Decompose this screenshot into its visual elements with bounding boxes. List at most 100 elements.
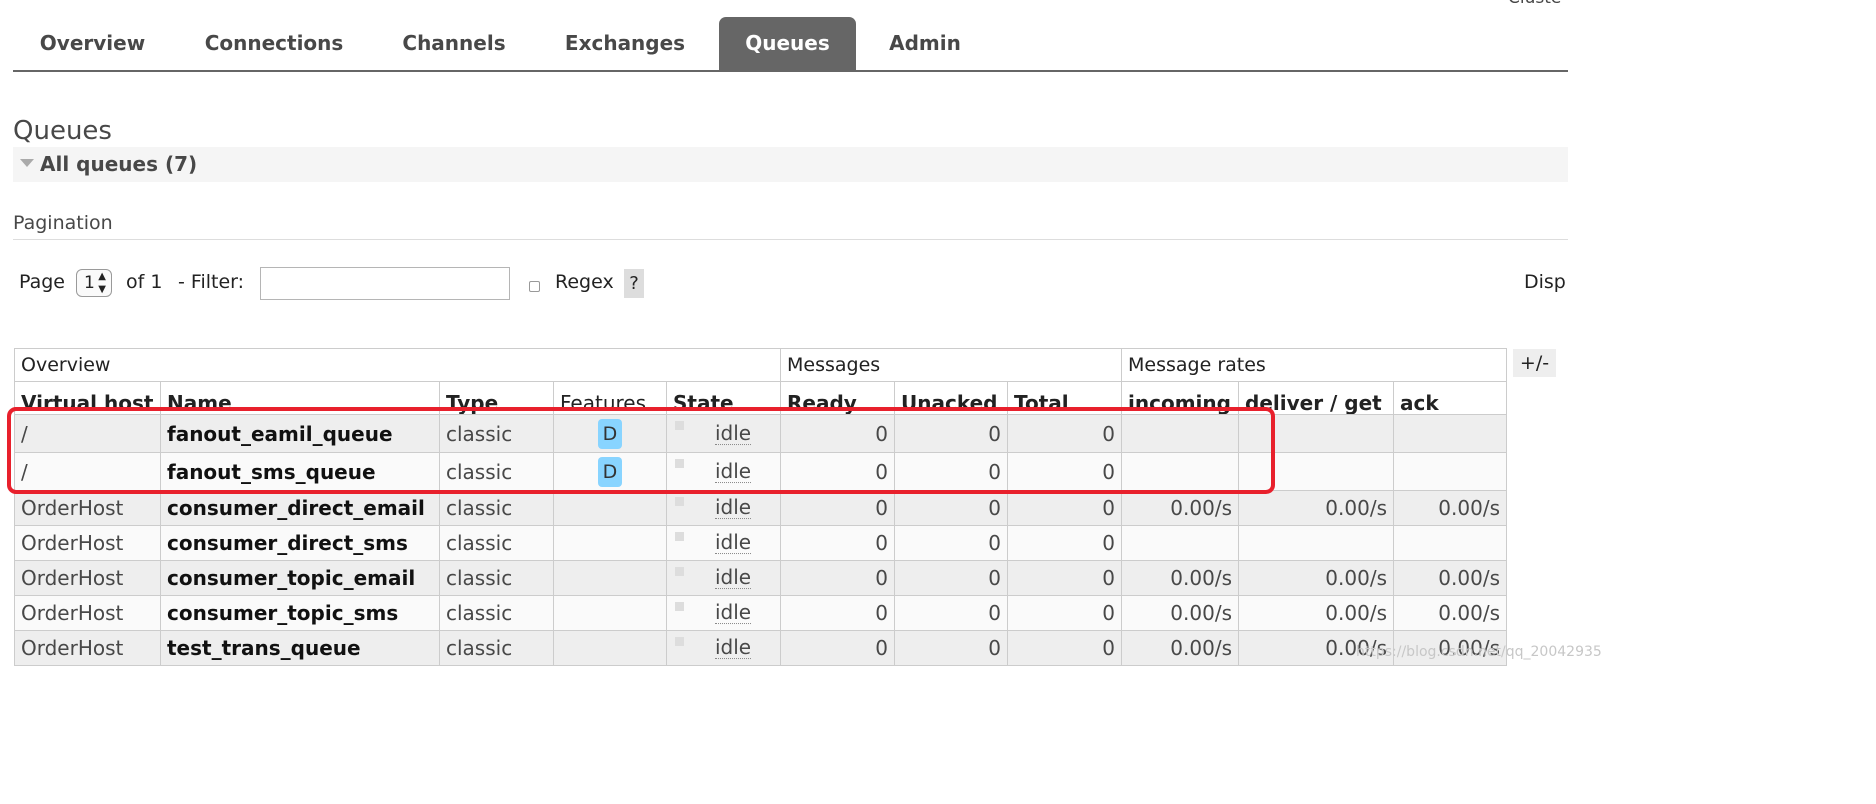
cell-ack: 0.00/s — [1393, 595, 1507, 631]
cell-unacked: 0 — [894, 452, 1008, 491]
cluster-label: Cluste — [1508, 0, 1561, 8]
tab-admin[interactable]: Admin — [870, 17, 980, 71]
cell-features — [553, 560, 667, 596]
page-select-value: 1 — [84, 273, 95, 293]
regex-label: Regex — [555, 271, 614, 293]
col-header-virtual-host[interactable]: Virtual host — [14, 381, 161, 415]
cell-incoming: 0.00/s — [1121, 560, 1239, 596]
cell-ack — [1393, 414, 1507, 453]
cell-state: idle — [666, 452, 781, 491]
queue-name-link[interactable]: fanout_eamil_queue — [160, 414, 440, 453]
state-label: idle — [715, 495, 752, 520]
tab-channels[interactable]: Channels — [383, 17, 525, 71]
cell-total: 0 — [1007, 595, 1122, 631]
cell-incoming: 0.00/s — [1121, 595, 1239, 631]
cell-deliver: 0.00/s — [1238, 595, 1394, 631]
cell-vhost: / — [14, 452, 161, 491]
cell-unacked: 0 — [894, 525, 1008, 561]
cell-unacked: 0 — [894, 595, 1008, 631]
cell-ready: 0 — [780, 595, 895, 631]
column-options-button[interactable]: +/- — [1513, 349, 1556, 377]
regex-help-button[interactable]: ? — [624, 269, 644, 298]
cell-unacked: 0 — [894, 490, 1008, 526]
cell-features — [553, 630, 667, 666]
group-header-overview: Overview — [14, 348, 781, 382]
cell-deliver: 0.00/s — [1238, 560, 1394, 596]
cell-state: idle — [666, 525, 781, 561]
table-row: / fanout_eamil_queue classic Didle 0 0 0 — [14, 414, 1507, 453]
cell-ready: 0 — [780, 525, 895, 561]
cell-ready: 0 — [780, 630, 895, 666]
col-header-ready[interactable]: Ready — [780, 381, 895, 415]
cell-vhost: OrderHost — [14, 595, 161, 631]
state-indicator-icon — [675, 602, 684, 611]
cell-total: 0 — [1007, 452, 1122, 491]
cell-features — [553, 490, 667, 526]
section-bar — [13, 147, 1568, 182]
table-row: OrderHost consumer_topic_email classic idle… — [14, 560, 1507, 596]
cell-total: 0 — [1007, 560, 1122, 596]
state-indicator-icon — [675, 637, 684, 646]
all-queues-toggle[interactable]: All queues (7) — [40, 152, 197, 176]
state-label: idle — [715, 420, 752, 445]
group-header-messages: Messages — [780, 348, 1122, 382]
table-row: OrderHost consumer_direct_email classic idl… — [14, 490, 1507, 526]
table-row: OrderHost consumer_topic_sms classic idle 0 0… — [14, 595, 1507, 631]
state-indicator-icon — [675, 421, 684, 430]
cell-type: classic — [439, 595, 554, 631]
tab-overview[interactable]: Overview — [20, 17, 165, 71]
cell-features — [553, 595, 667, 631]
queue-name-link[interactable]: test_trans_queue — [160, 630, 440, 666]
display-label: Disp — [1524, 271, 1566, 293]
pagination-divider — [13, 239, 1568, 240]
cell-vhost: OrderHost — [14, 490, 161, 526]
cell-ready: 0 — [780, 490, 895, 526]
cell-deliver — [1238, 525, 1394, 561]
col-header-deliver-get[interactable]: deliver / get — [1238, 381, 1394, 415]
col-header-unacked[interactable]: Unacked — [894, 381, 1008, 415]
page-label: Page — [19, 271, 65, 293]
state-indicator-icon — [675, 497, 684, 506]
tab-connections[interactable]: Connections — [185, 17, 363, 71]
cell-type: classic — [439, 630, 554, 666]
durable-feature-badge: D — [598, 418, 622, 449]
cell-features: D — [553, 414, 667, 453]
state-indicator-icon — [675, 567, 684, 576]
col-header-incoming[interactable]: incoming — [1121, 381, 1239, 415]
col-header-type[interactable]: Type — [439, 381, 554, 415]
cell-unacked: 0 — [894, 630, 1008, 666]
cell-deliver: 0.00/s — [1238, 490, 1394, 526]
queue-name-link[interactable]: consumer_topic_email — [160, 560, 440, 596]
queue-name-link[interactable]: consumer_direct_sms — [160, 525, 440, 561]
cell-vhost: / — [14, 414, 161, 453]
cell-state: idle — [666, 490, 781, 526]
cell-ready: 0 — [780, 452, 895, 491]
cell-ready: 0 — [780, 560, 895, 596]
cell-incoming: 0.00/s — [1121, 630, 1239, 666]
cell-incoming: 0.00/s — [1121, 490, 1239, 526]
cell-state: idle — [666, 595, 781, 631]
filter-input[interactable] — [260, 267, 510, 300]
state-label: idle — [715, 600, 752, 625]
regex-checkbox[interactable] — [529, 281, 540, 292]
col-header-state[interactable]: State — [666, 381, 781, 415]
cell-type: classic — [439, 490, 554, 526]
col-header-total[interactable]: Total — [1007, 381, 1122, 415]
tab-exchanges[interactable]: Exchanges — [545, 17, 705, 71]
cell-vhost: OrderHost — [14, 560, 161, 596]
queue-name-link[interactable]: consumer_direct_email — [160, 490, 440, 526]
queue-name-link[interactable]: consumer_topic_sms — [160, 595, 440, 631]
state-label: idle — [715, 458, 752, 483]
cell-vhost: OrderHost — [14, 525, 161, 561]
group-header-message-rates: Message rates — [1121, 348, 1507, 382]
page-select[interactable]: 1 ▲ ▼ — [76, 269, 112, 297]
collapse-triangle-icon[interactable] — [20, 159, 34, 167]
col-header-name[interactable]: Name — [160, 381, 440, 415]
cell-type: classic — [439, 560, 554, 596]
tab-queues[interactable]: Queues — [719, 17, 856, 71]
state-indicator-icon — [675, 459, 684, 468]
col-header-ack[interactable]: ack — [1393, 381, 1507, 415]
queue-name-link[interactable]: fanout_sms_queue — [160, 452, 440, 491]
cell-ack — [1393, 452, 1507, 491]
cell-state: idle — [666, 560, 781, 596]
